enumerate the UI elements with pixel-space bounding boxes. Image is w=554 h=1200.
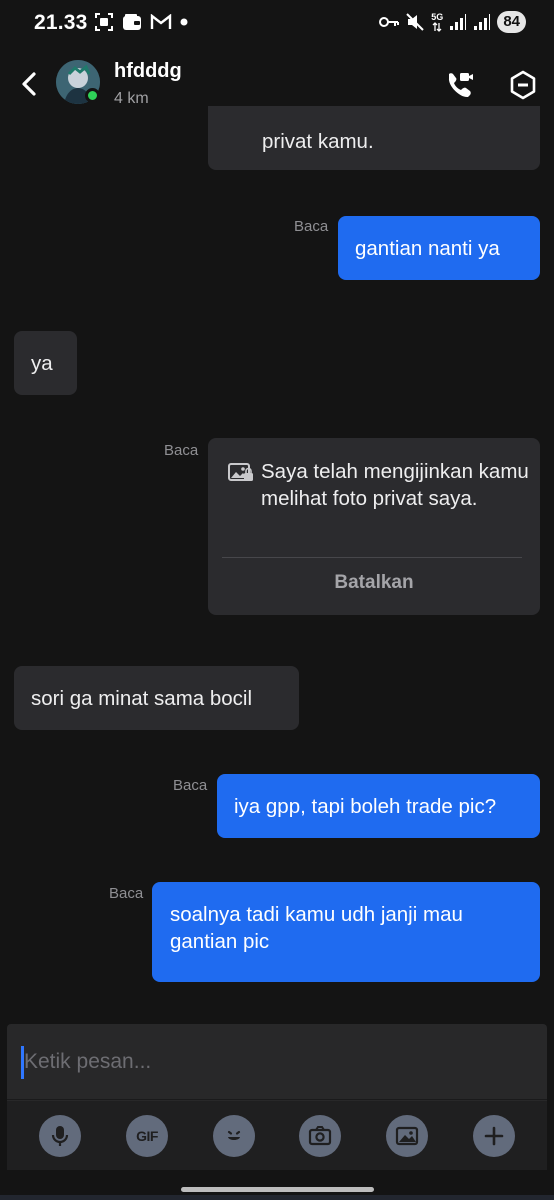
vpn-key-icon [379,17,400,27]
card-message-text: Saya telah mengijinkan kamu melihat foto… [261,460,529,510]
network-type: 5G [431,11,444,22]
read-receipt: Baca [109,885,144,902]
read-receipt: Baca [294,218,329,235]
screenshot-icon [95,13,113,31]
cancel-button[interactable]: Batalkan [208,572,540,594]
private-photo-share-card: Saya telah mengijinkan kamu melihat foto… [208,438,540,615]
camera-icon [309,1125,332,1145]
emoji-button[interactable] [212,1114,255,1157]
voice-message-button[interactable] [39,1114,82,1157]
emoji-icon [227,1130,240,1143]
private-photo-icon [228,463,253,481]
home-indicator[interactable] [181,1187,374,1192]
signal-icon [450,14,467,30]
data-arrows-icon [432,21,442,32]
video-call-icon [448,73,473,98]
status-bar: 21.33 5G 84 [0,0,554,44]
message-composer: GIF [7,1024,547,1170]
incoming-message[interactable]: ya [14,331,77,395]
signal-icon [474,14,491,30]
gallery-button[interactable] [385,1114,428,1157]
read-receipt: Baca [164,442,199,459]
plus-icon [484,1126,503,1145]
more-options-button[interactable] [506,68,540,102]
gif-button[interactable]: GIF [125,1114,168,1157]
divider [222,557,522,558]
back-arrow-icon [22,72,36,96]
back-button[interactable] [14,66,44,102]
contact-avatar[interactable] [56,60,102,106]
add-attachment-button[interactable] [472,1114,515,1157]
contact-name[interactable]: hfdddg [114,60,182,83]
hexagon-menu-icon [510,70,536,100]
gallery-icon [395,1126,419,1145]
input-row [7,1024,547,1100]
video-call-button[interactable] [442,68,476,102]
read-receipt: Baca [173,777,208,794]
text-cursor [21,1046,24,1079]
mute-icon [406,13,425,31]
outgoing-message[interactable]: gantian nanti ya [338,216,540,280]
gmail-icon [150,14,172,29]
wallet-icon [123,14,141,30]
outgoing-message[interactable]: iya gpp, tapi boleh trade pic? [217,774,540,838]
status-time: 21.33 [34,11,88,34]
incoming-message[interactable]: sori ga minat sama bocil [14,666,299,730]
message-input[interactable] [21,1042,531,1082]
dot-icon [180,18,188,26]
outgoing-message[interactable]: soalnya tadi kamu udh janji mau gantian … [152,882,540,982]
camera-button[interactable] [299,1114,342,1157]
battery-level: 84 [497,11,526,33]
bottom-edge [0,1195,554,1200]
online-indicator [85,88,100,103]
gif-icon: GIF [136,1127,158,1144]
message-text: privat kamu. [262,130,374,153]
microphone-icon [52,1125,69,1146]
contact-distance: 4 km [114,90,149,107]
incoming-message-partial[interactable]: privat kamu. [208,106,540,170]
network-indicator: 5G [431,11,444,32]
status-notification-icons [94,12,188,32]
composer-toolbar: GIF [7,1101,547,1170]
status-system-icons: 5G 84 [379,11,526,33]
